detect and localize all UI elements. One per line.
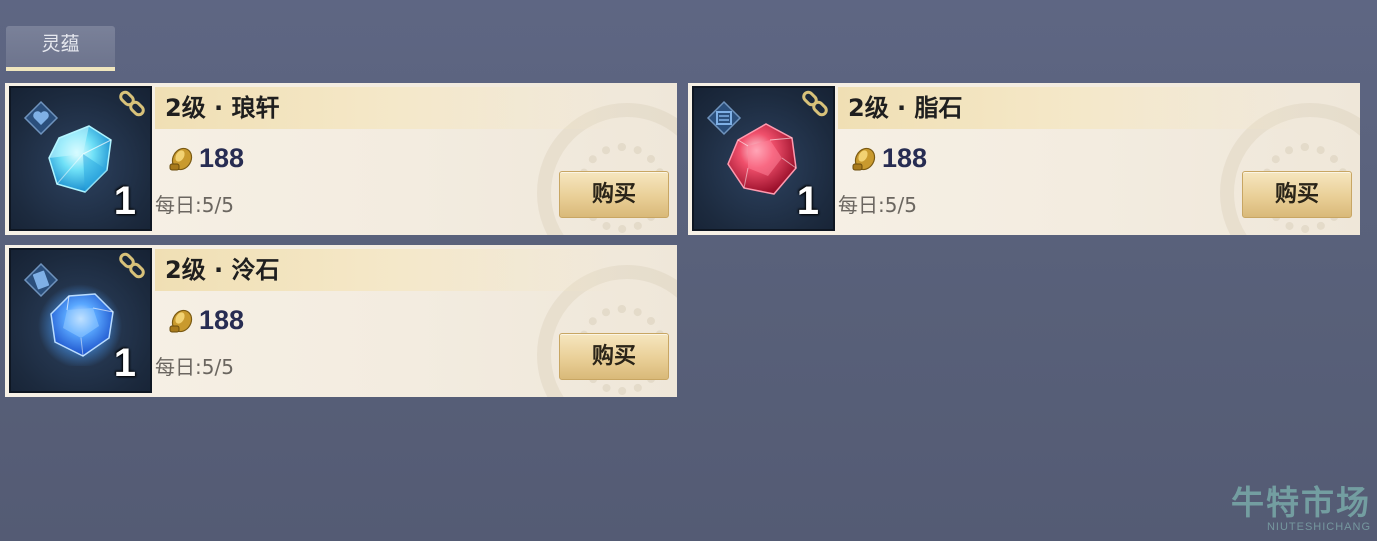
blue-gem-icon — [38, 284, 122, 366]
item-title-bar: 2级 · 脂石 — [838, 87, 1358, 129]
red-gem-icon — [727, 123, 797, 195]
price-value: 188 — [199, 304, 245, 335]
price-value: 188 — [199, 142, 245, 173]
cyan-gem-icon — [48, 125, 112, 193]
watermark-cn: 牛特市场 — [1231, 483, 1371, 523]
buy-button[interactable]: 购买 — [1242, 171, 1352, 218]
item-title: 2级 · 泠石 — [165, 256, 280, 284]
tab-label: 灵蕴 — [41, 33, 80, 55]
item-title: 2级 · 琅轩 — [165, 94, 280, 122]
item-price: 188 — [848, 141, 927, 175]
shop-item-card: 1 2级 · 琅轩 188 每日:5/5 购买 — [5, 83, 677, 235]
item-quantity: 1 — [113, 341, 136, 385]
item-title-bar: 2级 · 琅轩 — [155, 87, 675, 129]
daily-limit: 每日:5/5 — [838, 193, 917, 217]
shop-item-card: 1 2级 · 泠石 188 每日:5/5 购买 — [5, 245, 677, 397]
buy-button[interactable]: 购买 — [559, 171, 669, 218]
item-price: 188 — [165, 141, 244, 175]
daily-limit: 每日:5/5 — [155, 193, 234, 217]
item-title: 2级 · 脂石 — [848, 94, 963, 122]
tab-lingyun[interactable]: 灵蕴 — [6, 26, 115, 71]
item-icon-slot[interactable]: 1 — [9, 248, 152, 393]
gold-currency-icon — [852, 147, 876, 171]
gold-currency-icon — [169, 309, 193, 333]
item-icon-slot[interactable]: 1 — [692, 86, 835, 231]
price-value: 188 — [882, 142, 928, 173]
item-icon-slot[interactable]: 1 — [9, 86, 152, 231]
shop-item-card: 1 2级 · 脂石 188 每日:5/5 购买 — [688, 83, 1360, 235]
gold-currency-icon — [169, 147, 193, 171]
item-title-bar: 2级 · 泠石 — [155, 249, 675, 291]
watermark-en: NIUTESHICHANG — [1266, 521, 1371, 533]
buy-button[interactable]: 购买 — [559, 333, 669, 380]
daily-limit: 每日:5/5 — [155, 355, 234, 379]
item-quantity: 1 — [796, 179, 819, 223]
item-quantity: 1 — [113, 179, 136, 223]
item-price: 188 — [165, 303, 244, 337]
tab-active-indicator — [6, 67, 115, 71]
watermark: 牛特市场 NIUTESHICHANG — [1231, 486, 1371, 533]
